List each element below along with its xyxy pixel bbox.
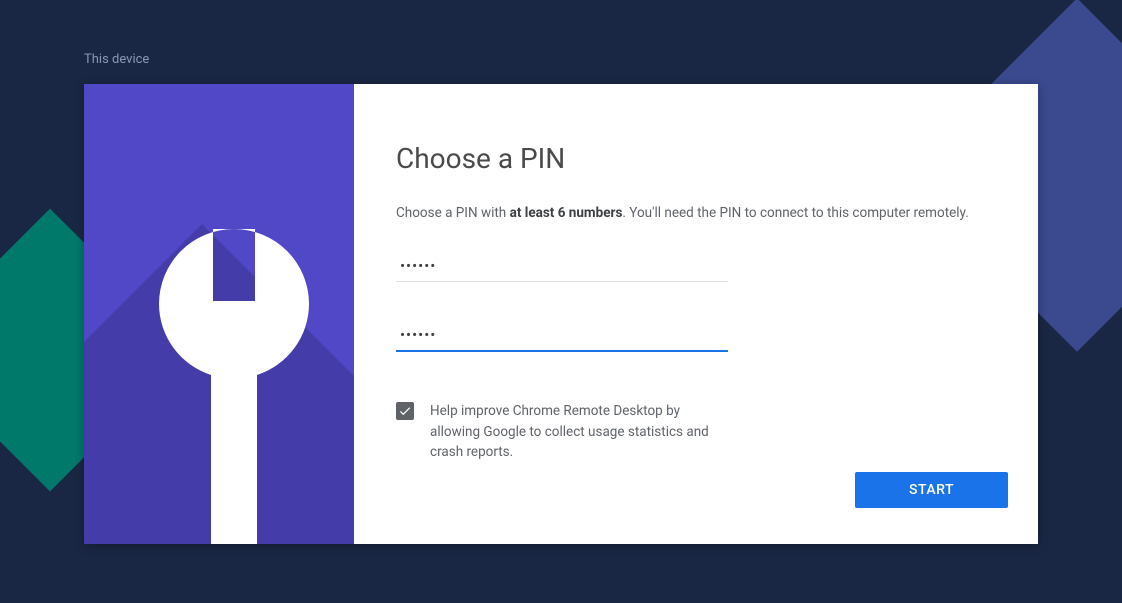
dialog-content: Choose a PIN Choose a PIN with at least …	[354, 84, 1038, 544]
section-label: This device	[84, 52, 149, 67]
pin-input[interactable]	[396, 251, 728, 282]
pin-setup-dialog: Choose a PIN Choose a PIN with at least …	[84, 84, 1038, 544]
dialog-illustration-panel	[84, 84, 354, 544]
wrench-icon	[159, 229, 309, 544]
usage-stats-label: Help improve Chrome Remote Desktop by al…	[430, 401, 730, 462]
usage-stats-row: Help improve Chrome Remote Desktop by al…	[396, 401, 876, 462]
instruction-bold: at least 6 numbers	[510, 205, 623, 221]
checkmark-icon	[398, 404, 412, 418]
usage-stats-checkbox[interactable]	[396, 402, 414, 420]
start-button[interactable]: START	[855, 472, 1008, 508]
dialog-title: Choose a PIN	[396, 142, 996, 175]
dialog-instruction: Choose a PIN with at least 6 numbers. Yo…	[396, 203, 996, 223]
instruction-text: . You'll need the PIN to connect to this…	[622, 205, 968, 221]
pin-confirm-input[interactable]	[396, 320, 728, 352]
instruction-text: Choose a PIN with	[396, 205, 510, 221]
